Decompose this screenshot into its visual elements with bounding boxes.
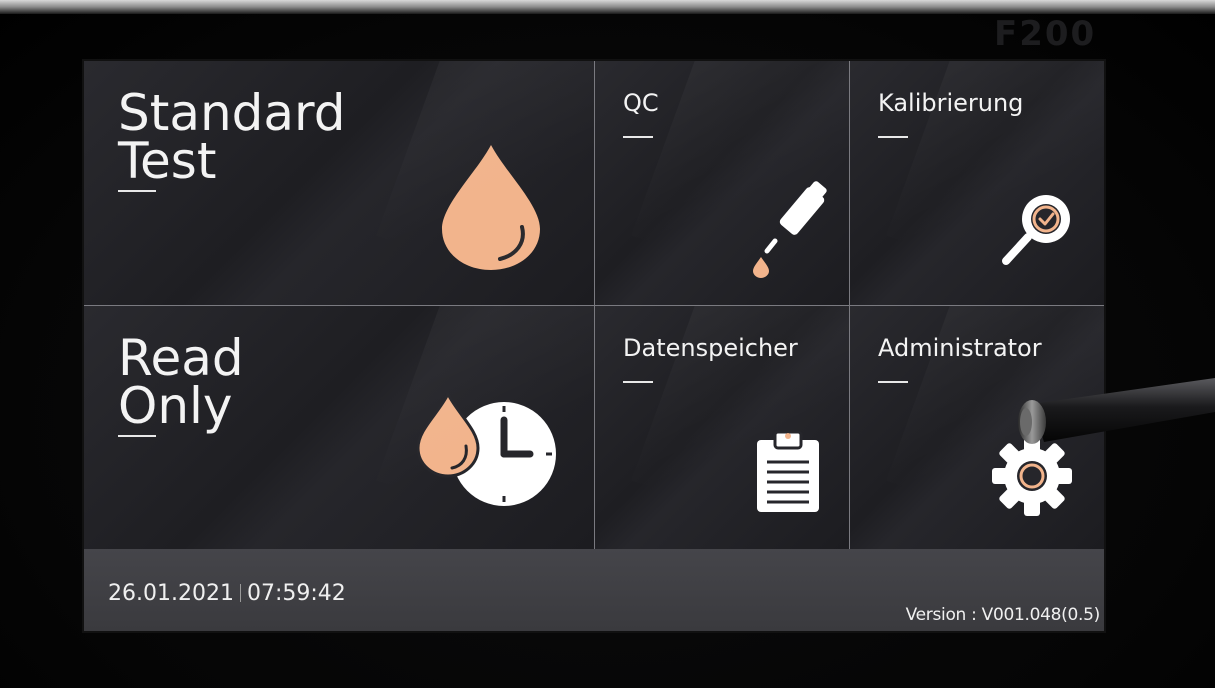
magnifier-check-icon [1002,195,1070,265]
clipboard-icon [757,430,819,512]
date-text: 26.01.2021 [108,581,234,606]
tile-kalibrierung-label: Kalibrierung [878,89,1024,117]
tile-qc-underline [623,136,653,138]
time-text: 07:59:42 [246,581,346,606]
tile-datenspeicher-label: Datenspeicher [623,334,798,362]
bezel-reflection [0,0,1215,14]
tile-kalibrierung-underline [878,136,908,138]
tile-qc[interactable]: QC [595,61,849,305]
touch-screen: Standard Test QC Kalibrierung Read Only … [84,61,1104,631]
blood-drop-icon [442,145,540,270]
tile-read-only-label: Read Only [118,329,244,435]
tile-qc-label: QC [623,89,659,117]
device-bezel: F200 Standard Test QC Kalibrierung Read … [0,0,1215,688]
status-bar: 26.01.2021 07:59:42 Version : V001.048(0.… [84,549,1104,631]
tile-standard-test[interactable]: Standard Test [84,61,594,305]
stylus-pen [1018,378,1215,444]
tile-datenspeicher-underline [623,381,653,383]
tile-read-only[interactable]: Read Only [84,306,594,549]
tile-standard-test-label: Standard Test [118,84,346,190]
drop-clock-icon [416,390,556,506]
model-label: F200 [994,14,1097,54]
tile-datenspeicher[interactable]: Datenspeicher [595,306,849,549]
tile-kalibrierung[interactable]: Kalibrierung [850,61,1104,305]
datetime-separator [239,584,241,602]
version-text: Version : V001.048(0.5) [905,605,1101,625]
tile-standard-test-underline [118,190,156,192]
tile-read-only-underline [118,435,156,437]
tile-administrator-label: Administrator [878,334,1042,362]
dropper-bottle-icon [753,181,827,278]
tile-administrator-underline [878,381,908,383]
divider [84,305,1104,306]
datetime: 26.01.2021 07:59:42 [108,581,346,606]
